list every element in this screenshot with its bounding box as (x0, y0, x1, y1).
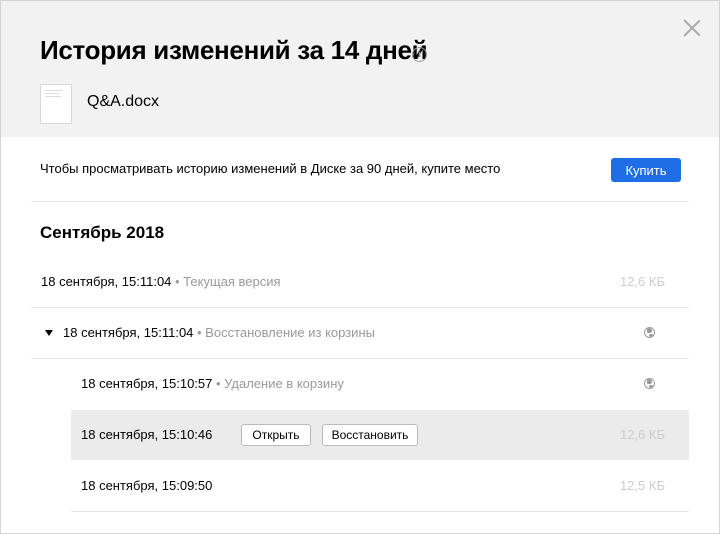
divider (31, 201, 689, 202)
version-size: 12,6 КБ (619, 427, 665, 442)
version-row[interactable]: 18 сентября, 15:11:04 • Текущая версия 1… (31, 257, 665, 307)
version-info: 18 сентября, 15:10:57 • Удаление в корзи… (81, 376, 344, 391)
month-heading: Сентябрь 2018 (40, 223, 165, 242)
globe-icon (644, 378, 655, 389)
globe-icon (644, 327, 655, 338)
version-row[interactable]: 18 сентября, 15:10:57 • Удаление в корзи… (1, 359, 719, 409)
version-row[interactable]: 18 сентября, 15:09:50 12,5 КБ (71, 461, 665, 511)
version-size: 12,5 КБ (619, 478, 665, 493)
divider (71, 511, 689, 512)
chevron-down-icon[interactable] (45, 330, 53, 336)
file-name: Q&A.docx (87, 93, 160, 110)
version-note: • Текущая версия (171, 274, 281, 289)
promo-text: Чтобы просматривать историю изменений в … (40, 161, 501, 176)
version-row[interactable]: 18 сентября, 15:11:04 • Восстановление и… (1, 308, 719, 358)
history-dialog: История изменений за 14 дней i Q&A.docx … (0, 0, 720, 534)
version-time: 18 сентября, 15:10:46 (81, 427, 213, 442)
restore-button[interactable]: Восстановить (322, 424, 418, 446)
dialog-title: История изменений за 14 дней (40, 35, 428, 65)
version-row-selected[interactable]: 18 сентября, 15:10:46 Открыть Восстанови… (71, 410, 689, 460)
version-note: • Удаление в корзину (212, 376, 344, 391)
info-icon[interactable]: i (412, 47, 427, 62)
version-time: 18 сентября, 15:09:50 (81, 478, 213, 493)
buy-button[interactable]: Купить (611, 158, 681, 182)
version-time: 18 сентября, 15:11:04 (41, 274, 172, 289)
dialog-header: История изменений за 14 дней i Q&A.docx (1, 1, 719, 137)
close-icon[interactable] (683, 19, 701, 37)
docx-file-icon (40, 84, 72, 124)
version-info: 18 сентября, 15:11:04 • Восстановление и… (63, 325, 375, 340)
version-size: 12,6 КБ (619, 274, 665, 289)
open-button[interactable]: Открыть (241, 424, 311, 446)
version-info: 18 сентября, 15:11:04 • Текущая версия (41, 274, 281, 289)
version-time: 18 сентября, 15:10:57 (81, 376, 213, 391)
version-time: 18 сентября, 15:11:04 (63, 325, 194, 340)
version-note: • Восстановление из корзины (193, 325, 375, 340)
